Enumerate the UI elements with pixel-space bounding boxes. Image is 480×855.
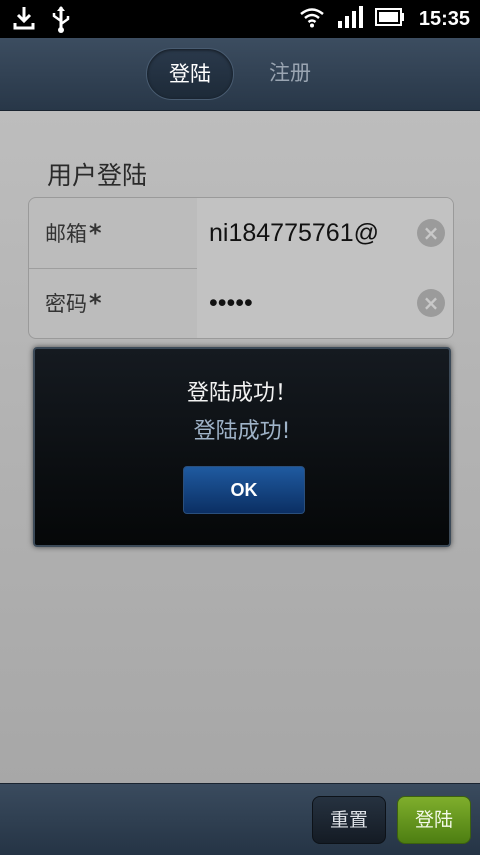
- required-mark: *: [89, 289, 102, 317]
- password-clear-icon[interactable]: ×: [417, 289, 445, 317]
- download-icon: [12, 5, 36, 37]
- battery-icon: [374, 8, 405, 30]
- email-clear-icon[interactable]: ×: [417, 219, 445, 247]
- ok-button[interactable]: OK: [183, 466, 305, 514]
- email-label: 邮箱*: [45, 198, 102, 268]
- reset-button[interactable]: 重置: [312, 796, 386, 844]
- tab-register[interactable]: 注册: [250, 48, 330, 98]
- form-card: 邮箱* ni184775761@ × 密码* ••••• ×: [28, 197, 454, 339]
- form-title: 用户登陆: [47, 161, 148, 190]
- email-label-text: 邮箱: [45, 222, 87, 246]
- wifi-icon: [299, 6, 325, 32]
- password-label: 密码*: [45, 268, 102, 338]
- password-row: 密码* ••••• ×: [29, 268, 453, 338]
- password-field[interactable]: ••••• ×: [197, 268, 453, 338]
- login-button[interactable]: 登陆: [397, 796, 471, 844]
- signal-icon: [337, 6, 363, 32]
- dialog-title: 登陆成功！: [186, 381, 297, 406]
- email-row: 邮箱* ni184775761@ ×: [29, 198, 453, 269]
- email-value: ni184775761@: [209, 219, 379, 247]
- success-dialog: 登陆成功！ 登陆成功! OK: [33, 347, 451, 547]
- password-value: •••••: [209, 289, 253, 317]
- status-bar: 15:35: [0, 0, 480, 38]
- bottom-action-bar: 重置 登陆: [0, 783, 480, 855]
- email-field[interactable]: ni184775761@ ×: [197, 198, 453, 268]
- required-mark: *: [89, 219, 102, 247]
- dialog-message: 登陆成功!: [193, 419, 291, 444]
- top-tab-bar: 登陆 注册: [0, 38, 480, 111]
- tab-login[interactable]: 登陆: [146, 48, 234, 100]
- usb-icon: [50, 5, 72, 37]
- password-label-text: 密码: [45, 292, 87, 316]
- status-time: 15:35: [418, 7, 470, 30]
